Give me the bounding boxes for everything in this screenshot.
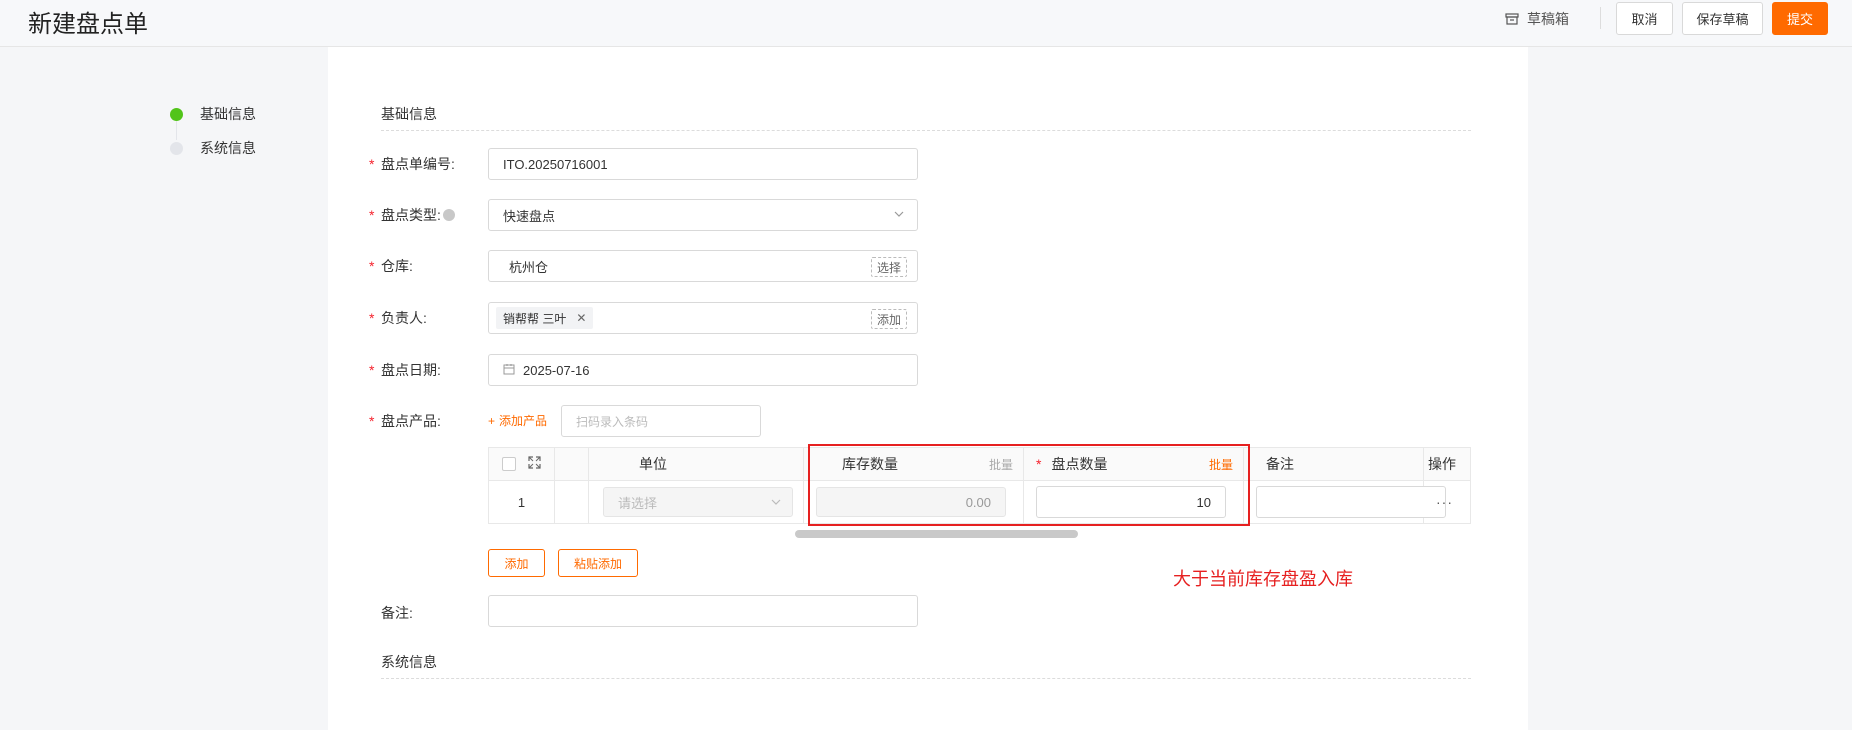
step-basic-info[interactable]: 基础信息 xyxy=(170,104,256,124)
annotation-note: 大于当前库存盘盈入库 xyxy=(1173,569,1353,589)
required-mark: * xyxy=(369,362,375,378)
products-label: * 盘点产品: xyxy=(369,411,441,431)
chevron-down-icon xyxy=(770,496,782,511)
owner-label: * 负责人: xyxy=(369,308,427,328)
header-divider xyxy=(1600,7,1601,29)
header-unit: 单位 xyxy=(589,448,804,480)
draft-box-label: 草稿箱 xyxy=(1527,11,1569,27)
required-mark: * xyxy=(369,258,375,274)
scan-placeholder: 扫码录入条码 xyxy=(576,414,649,429)
code-value: ITO.20250716001 xyxy=(503,156,608,172)
archive-icon xyxy=(1505,12,1519,26)
header-note: 备注 xyxy=(1244,448,1424,480)
date-picker[interactable]: 2025-07-16 xyxy=(488,354,918,386)
row-index: 1 xyxy=(517,494,526,510)
submit-button[interactable]: 提交 xyxy=(1772,2,1828,35)
barcode-scan-input[interactable]: 扫码录入条码 xyxy=(561,405,761,437)
form-panel: 基础信息 * 盘点单编号: ITO.20250716001 * 盘点类型: 快速… xyxy=(328,47,1528,730)
code-label-text: 盘点单编号: xyxy=(381,156,455,172)
warehouse-label: * 仓库: xyxy=(369,256,413,276)
row-blank-cell xyxy=(555,481,589,523)
owner-tag-label: 销帮帮 三叶 xyxy=(503,311,567,326)
add-row-button[interactable]: 添加 xyxy=(488,549,545,577)
step-active-dot xyxy=(170,107,183,121)
save-draft-button[interactable]: 保存草稿 xyxy=(1682,2,1763,35)
header-note-label: 备注 xyxy=(1266,456,1294,472)
required-mark: * xyxy=(369,413,375,429)
add-product-link[interactable]: + 添加产品 xyxy=(488,412,547,429)
warehouse-select-button[interactable]: 选择 xyxy=(870,257,907,277)
highlight-box xyxy=(808,444,1250,526)
unit-select: 请选择 xyxy=(603,487,793,517)
date-value: 2025-07-16 xyxy=(523,362,590,378)
section-title-basic: 基础信息 xyxy=(381,104,1471,131)
required-mark: * xyxy=(369,310,375,326)
plus-icon: + xyxy=(488,413,496,428)
table-horizontal-scrollbar[interactable] xyxy=(795,530,1078,538)
step-label: 系统信息 xyxy=(200,140,256,156)
unit-placeholder: 请选择 xyxy=(618,495,658,511)
required-mark: * xyxy=(369,156,375,172)
header-op: 操作 xyxy=(1424,448,1470,480)
page-title: 新建盘点单 xyxy=(28,11,148,38)
products-label-text: 盘点产品: xyxy=(381,413,441,429)
date-label-text: 盘点日期: xyxy=(381,362,441,378)
draft-box-button[interactable]: 草稿箱 xyxy=(1505,8,1569,30)
owner-label-text: 负责人: xyxy=(381,310,427,326)
owner-field[interactable]: 销帮帮 三叶 ✕ 添加 xyxy=(488,302,918,334)
warehouse-value: 杭州仓 xyxy=(509,259,549,275)
row-note-cell xyxy=(1244,481,1446,523)
paste-add-button[interactable]: 粘贴添加 xyxy=(558,549,638,577)
row-op-cell: ··· xyxy=(1424,481,1470,523)
add-product-label: 添加产品 xyxy=(499,414,548,428)
type-label: * 盘点类型: xyxy=(369,205,455,225)
more-icon[interactable]: ··· xyxy=(1436,494,1453,510)
help-icon[interactable] xyxy=(442,209,455,221)
header-unit-label: 单位 xyxy=(639,456,667,472)
row-index-cell: 1 xyxy=(489,481,555,523)
type-value: 快速盘点 xyxy=(503,208,556,224)
owner-tag: 销帮帮 三叶 ✕ xyxy=(496,307,594,329)
code-input[interactable]: ITO.20250716001 xyxy=(488,148,918,180)
row-unit-cell: 请选择 xyxy=(589,481,804,523)
owner-add-button[interactable]: 添加 xyxy=(870,309,907,329)
expand-icon[interactable] xyxy=(528,456,541,472)
warehouse-label-text: 仓库: xyxy=(381,258,413,274)
step-system-info[interactable]: 系统信息 xyxy=(170,138,256,158)
section-title-system: 系统信息 xyxy=(381,652,1471,679)
date-label: * 盘点日期: xyxy=(369,360,441,380)
required-mark: * xyxy=(369,207,375,223)
calendar-icon xyxy=(503,363,515,378)
note-label-text: 备注: xyxy=(381,605,413,621)
row-note-input[interactable] xyxy=(1256,486,1446,518)
note-input[interactable] xyxy=(488,595,918,627)
type-select[interactable]: 快速盘点 xyxy=(488,199,918,231)
close-icon[interactable]: ✕ xyxy=(576,311,586,325)
chevron-down-icon xyxy=(893,208,905,223)
cancel-button[interactable]: 取消 xyxy=(1616,2,1673,35)
step-label: 基础信息 xyxy=(200,106,256,122)
header-select-cell xyxy=(489,448,555,480)
note-label: 备注: xyxy=(369,603,413,623)
select-all-checkbox[interactable] xyxy=(502,457,516,471)
type-label-text: 盘点类型: xyxy=(381,207,441,223)
header-op-label: 操作 xyxy=(1428,456,1456,472)
header-blank-cell xyxy=(555,448,589,480)
warehouse-field[interactable]: 杭州仓 选择 xyxy=(488,250,918,282)
step-pending-dot xyxy=(170,141,183,155)
code-label: * 盘点单编号: xyxy=(369,154,455,174)
top-header: 新建盘点单 草稿箱 取消 保存草稿 提交 xyxy=(0,0,1852,47)
